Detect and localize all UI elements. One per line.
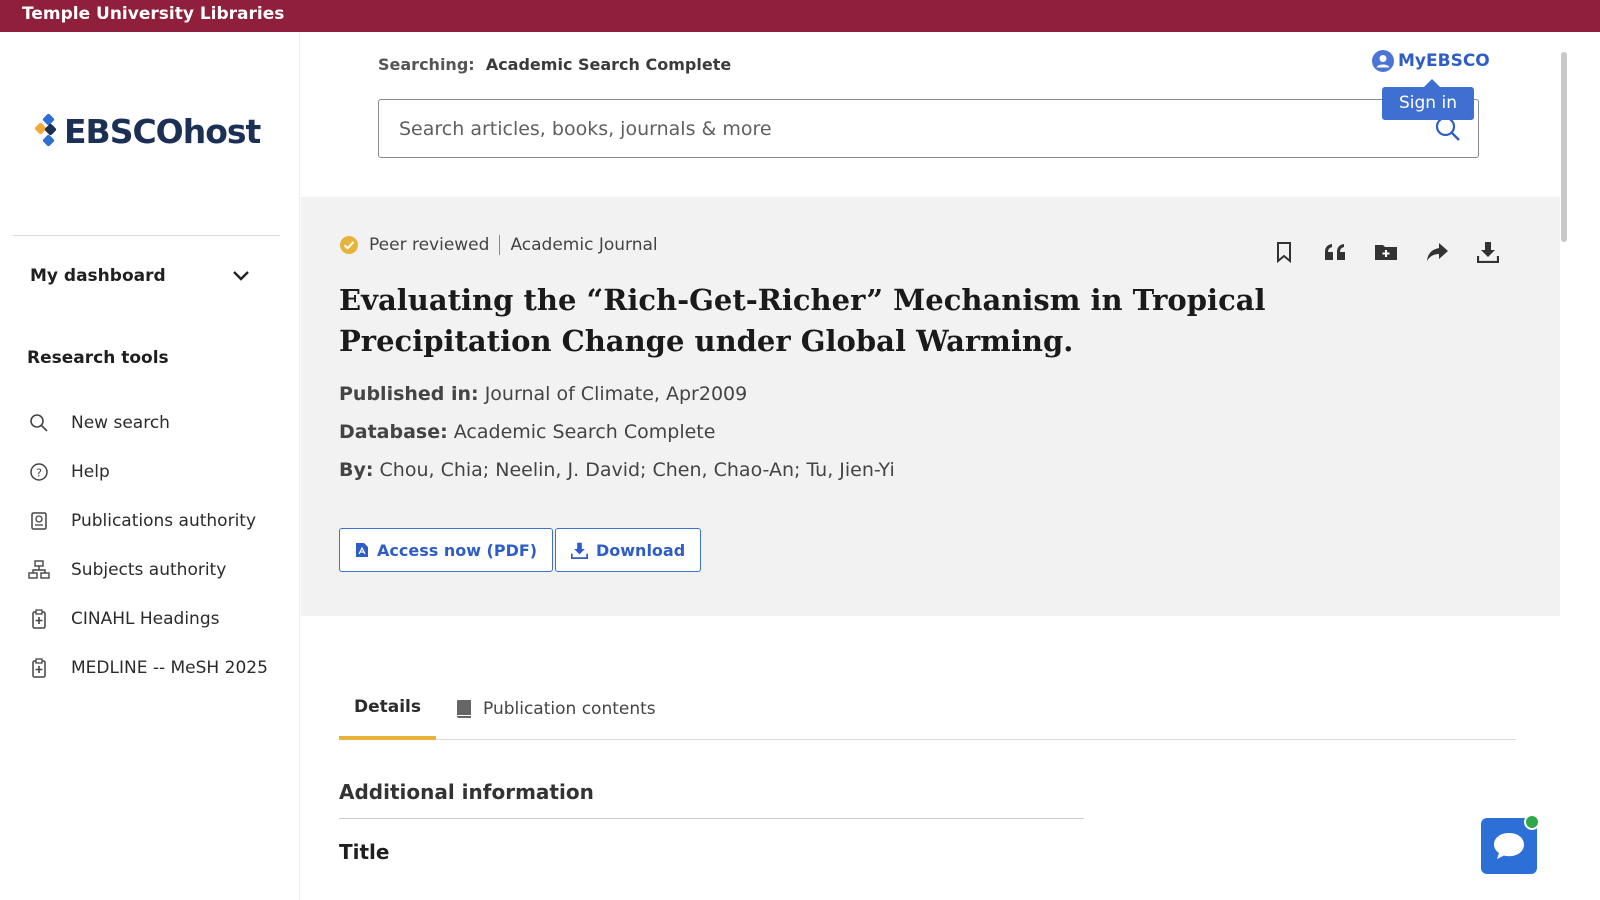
- sidebar-item-label: Subjects authority: [71, 559, 227, 580]
- meta-separator: [499, 235, 501, 255]
- record-meta: Peer reviewed Academic Journal: [339, 235, 658, 255]
- by-label: By:: [339, 459, 374, 481]
- sign-in-button[interactable]: Sign in: [1382, 79, 1474, 120]
- sidebar-item-label: Help: [71, 461, 110, 482]
- my-dashboard-label: My dashboard: [30, 266, 166, 286]
- download-icon: [571, 542, 588, 559]
- database-info: Database: Academic Search Complete: [339, 421, 715, 443]
- record-actions: [1271, 239, 1526, 265]
- research-tools-list: New search ? Help Publications authority…: [28, 398, 268, 692]
- sidebar-item-subjects-authority[interactable]: Subjects authority: [28, 545, 268, 594]
- subjects-hierarchy-icon: [28, 559, 50, 581]
- logo-text: EBSCOhost: [64, 112, 261, 151]
- sidebar-item-label: MEDLINE -- MeSH 2025: [71, 657, 268, 678]
- share-icon[interactable]: [1424, 239, 1450, 265]
- download-button[interactable]: Download: [555, 528, 702, 572]
- download-icon[interactable]: [1475, 239, 1501, 265]
- clipboard-medical-icon: [28, 657, 50, 679]
- database-label: Database:: [339, 421, 448, 443]
- sidebar-item-label: Publications authority: [71, 510, 257, 531]
- add-to-folder-icon[interactable]: [1373, 239, 1399, 265]
- title-field-label: Title: [339, 840, 390, 864]
- sidebar-item-label: New search: [71, 412, 170, 433]
- authors-value: Chou, Chia; Neelin, J. David; Chen, Chao…: [379, 459, 895, 481]
- myebsco-label: MyEBSCO: [1398, 51, 1490, 71]
- pdf-icon: [356, 543, 368, 557]
- peer-reviewed-label: Peer reviewed: [369, 235, 490, 255]
- published-in: Published in: Journal of Climate, Apr200…: [339, 383, 747, 405]
- tab-details-label: Details: [353, 696, 421, 717]
- sidebar: EBSCOhost My dashboard Research tools Ne…: [0, 32, 300, 900]
- peer-reviewed-badge-icon: [340, 236, 358, 254]
- chat-bubble-icon: [1494, 833, 1524, 859]
- clipboard-medical-icon: [28, 608, 50, 630]
- book-icon: [457, 699, 471, 718]
- tab-publication-contents-label: Publication contents: [483, 698, 656, 719]
- my-dashboard-toggle[interactable]: My dashboard: [30, 266, 250, 286]
- database-value: Academic Search Complete: [453, 421, 716, 443]
- source-type: Academic Journal: [510, 235, 658, 255]
- chat-online-status-icon: [1524, 814, 1540, 830]
- record-title: Evaluating the “Rich-Get-Richer” Mechani…: [339, 283, 1266, 358]
- sidebar-item-label: CINAHL Headings: [71, 608, 220, 629]
- sidebar-item-publications-authority[interactable]: Publications authority: [28, 496, 268, 545]
- sidebar-divider: [13, 235, 280, 236]
- download-label: Download: [596, 540, 686, 560]
- search-icon: [28, 412, 50, 434]
- published-label: Published in:: [339, 383, 479, 405]
- help-icon: ?: [28, 461, 50, 483]
- myebsco-link[interactable]: MyEBSCO: [1372, 50, 1490, 72]
- scrollbar-thumb[interactable]: [1561, 52, 1567, 242]
- authors-info: By: Chou, Chia; Neelin, J. David; Chen, …: [339, 459, 895, 481]
- tab-publication-contents[interactable]: Publication contents: [455, 677, 656, 740]
- access-pdf-button[interactable]: Access now (PDF): [339, 528, 554, 572]
- search-input[interactable]: [379, 100, 1379, 157]
- sidebar-item-new-search[interactable]: New search: [28, 398, 268, 447]
- sidebar-item-medline-mesh[interactable]: MEDLINE -- MeSH 2025: [28, 643, 268, 692]
- search-header: Searching: Academic Search Complete MyEB…: [301, 32, 1560, 197]
- sidebar-item-help[interactable]: ? Help: [28, 447, 268, 496]
- search-box: [378, 99, 1479, 158]
- record-tabs: Details Publication contents: [339, 677, 1516, 740]
- tab-details[interactable]: Details: [339, 677, 436, 740]
- cite-quote-icon[interactable]: [1322, 239, 1348, 265]
- searching-database: Searching: Academic Search Complete: [378, 55, 731, 74]
- chevron-down-icon: [233, 271, 249, 281]
- access-pdf-label: Access now (PDF): [377, 540, 538, 560]
- institution-name: Temple University Libraries: [22, 4, 285, 24]
- searching-label: Searching:: [378, 55, 475, 74]
- sidebar-item-cinahl-headings[interactable]: CINAHL Headings: [28, 594, 268, 643]
- published-value: Journal of Climate, Apr2009: [484, 383, 748, 405]
- publications-icon: [28, 510, 50, 532]
- institution-bar: Temple University Libraries: [0, 0, 1600, 32]
- ebsco-logo-icon: [34, 112, 62, 149]
- bookmark-icon[interactable]: [1271, 239, 1297, 265]
- svg-text:?: ?: [36, 466, 42, 479]
- record-header: Peer reviewed Academic Journal Evaluatin…: [301, 197, 1560, 616]
- ebscohost-logo[interactable]: EBSCOhost: [34, 112, 261, 151]
- additional-info-divider: [339, 818, 1084, 819]
- research-tools-heading: Research tools: [27, 348, 169, 368]
- searching-database-name[interactable]: Academic Search Complete: [486, 55, 731, 74]
- user-avatar-icon: [1372, 50, 1394, 72]
- additional-information-heading: Additional information: [339, 780, 594, 804]
